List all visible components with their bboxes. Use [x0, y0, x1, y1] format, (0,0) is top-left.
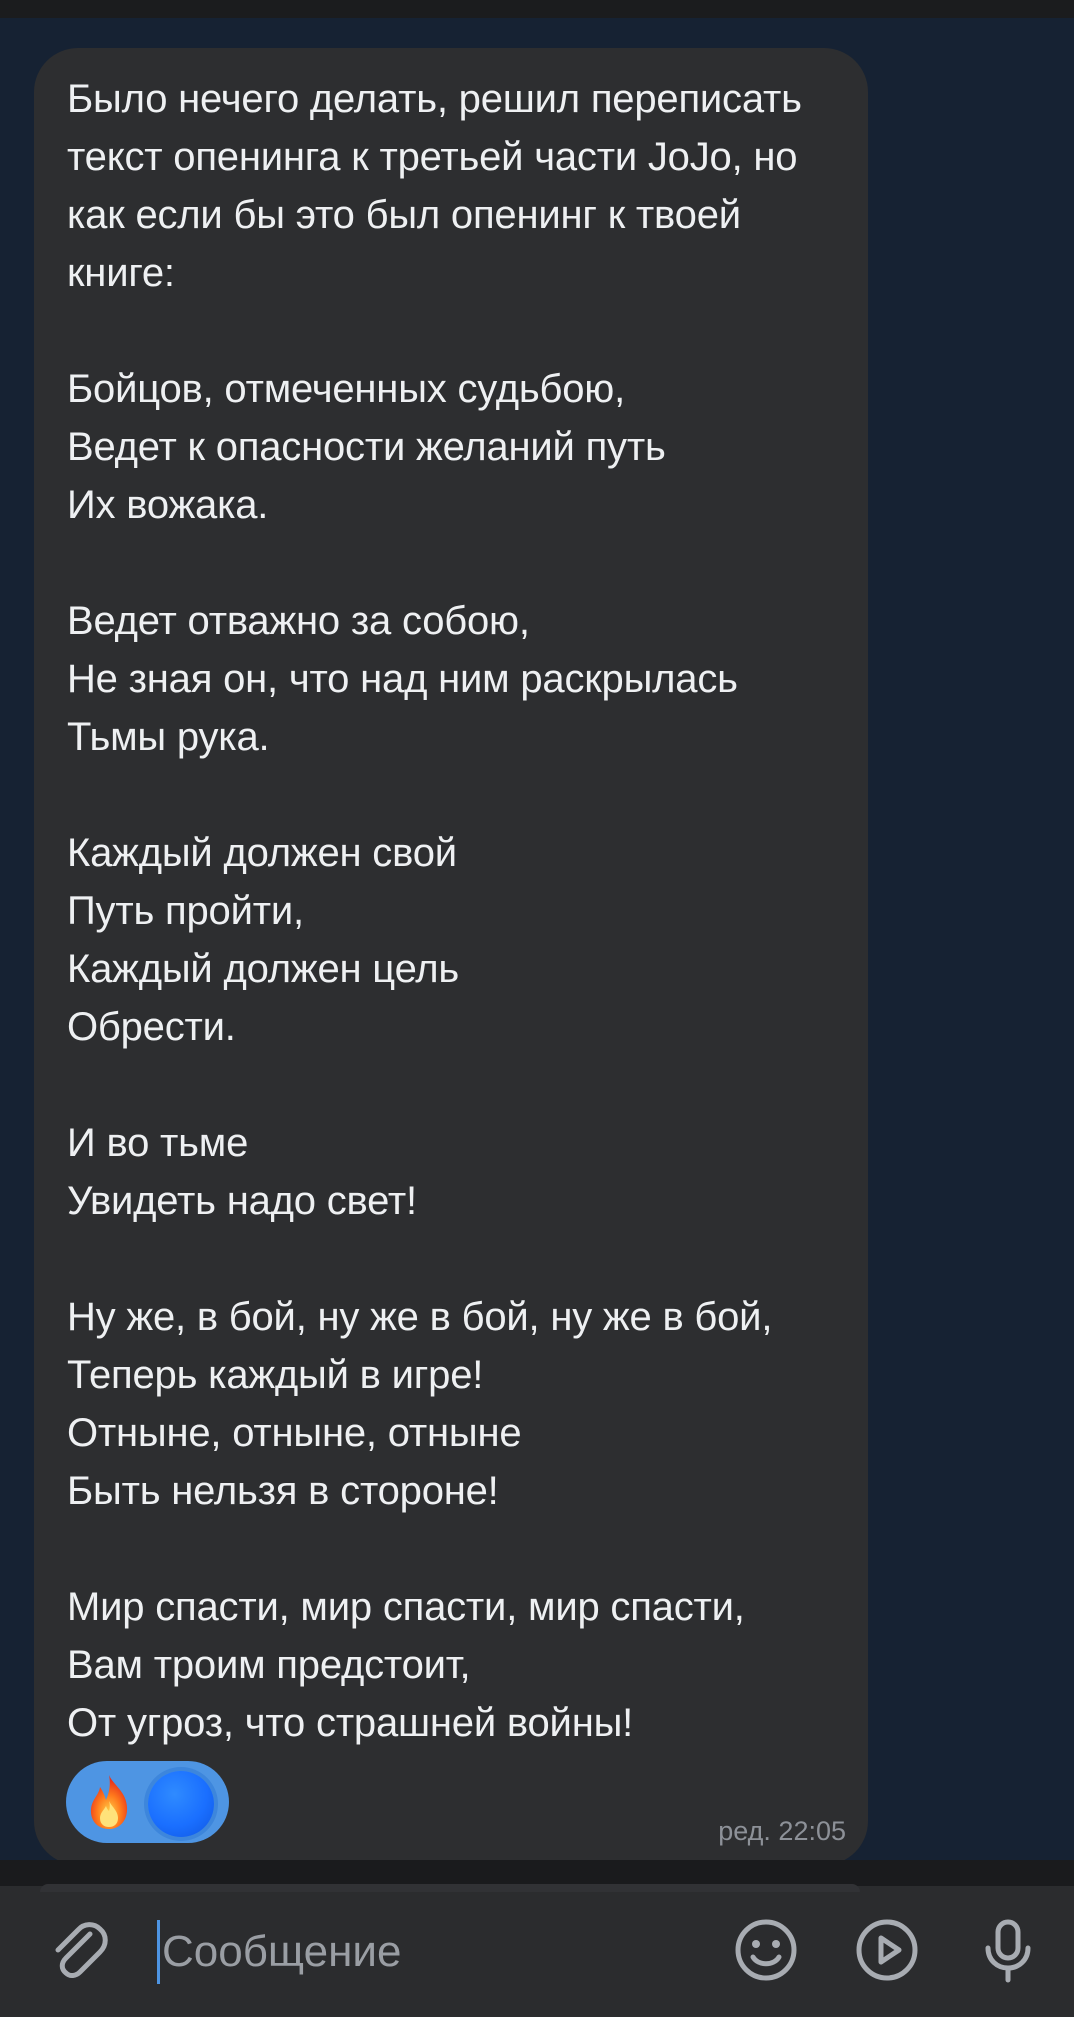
composer-edge	[40, 1884, 860, 1892]
message-input[interactable]	[156, 1914, 702, 1990]
microphone-icon	[985, 1919, 1031, 1983]
voice-message-button[interactable]	[972, 1914, 1044, 1986]
video-message-button[interactable]	[851, 1914, 923, 1986]
fire-icon	[90, 1775, 128, 1829]
smiley-icon	[735, 1919, 797, 1981]
paperclip-icon	[55, 1922, 108, 1978]
message-text: Было нечего делать, решил переписать тек…	[67, 77, 802, 1745]
message-edited-time: ред. 22:05	[718, 1816, 846, 1846]
reactor-avatar	[148, 1771, 214, 1837]
play-circle-icon	[856, 1919, 918, 1981]
reaction-pill[interactable]	[66, 1761, 229, 1843]
message-bubble[interactable]: Было нечего делать, решил переписать тек…	[34, 48, 868, 1865]
emoji-button[interactable]	[730, 1914, 802, 1986]
message-composer	[0, 1884, 1074, 2017]
composer-divider	[0, 1860, 1074, 1886]
chat-area[interactable]: Было нечего делать, решил переписать тек…	[0, 18, 1074, 1865]
attach-button[interactable]	[42, 1914, 114, 1986]
status-bar-strip	[0, 0, 1074, 18]
